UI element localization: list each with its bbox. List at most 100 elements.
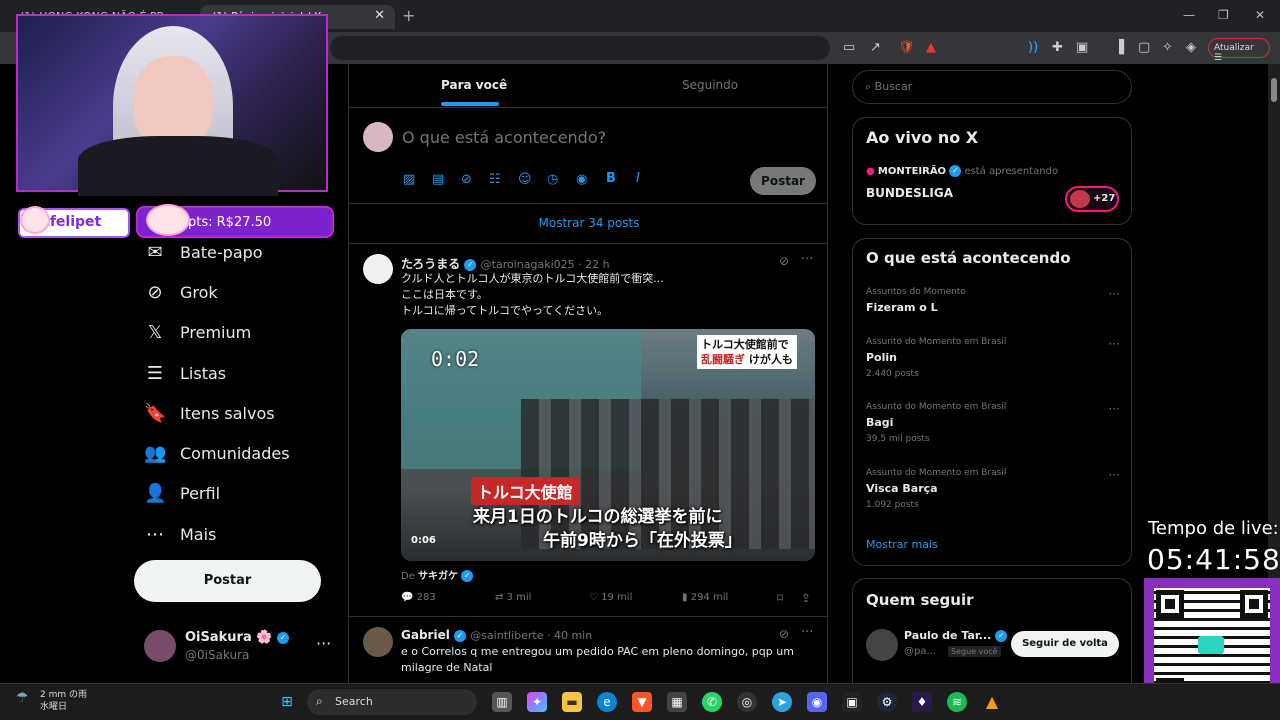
trend-item[interactable]: Assunto do Momento em Brasil Polin 2.440 p… [866, 337, 1120, 379]
follow-back-button[interactable]: Seguir de volta [1011, 631, 1119, 657]
update-button-label: Atualizar [1214, 43, 1254, 53]
address-bar[interactable] [330, 36, 830, 60]
leo-ai-icon[interactable]: ✧ [1162, 40, 1173, 55]
account-switcher[interactable]: OiSakura 🌸 ✓ @0iSakura ··· [144, 628, 334, 668]
reading-list-icon[interactable]: ▐ [1114, 40, 1124, 55]
trend-more-icon[interactable]: ··· [1109, 337, 1120, 351]
grok-icon[interactable]: ⊘ [461, 172, 472, 187]
nav-item-more[interactable]: ⋯ Mais [144, 519, 216, 549]
vlc-icon[interactable]: ▲ [982, 692, 1002, 712]
steam-icon[interactable]: ⚙ [877, 692, 897, 712]
live-title: BUNDESLIGA [866, 186, 953, 200]
tweet[interactable]: たろうまる ✓ @taroinagaki025 · 22 h ⊘ ··· クルド… [349, 244, 827, 617]
nav-item-lists[interactable]: ☰ Listas [144, 358, 226, 388]
task-view-icon[interactable]: ▥ [492, 692, 512, 712]
copilot-icon[interactable]: ✦ [527, 692, 547, 712]
trend-item[interactable]: Assuntos do Momento Fizeram o L ··· [866, 287, 1120, 314]
share-icon[interactable]: ⇪ [801, 591, 811, 605]
follows-you-badge: Segue você [948, 646, 1001, 657]
mascot-icon [146, 204, 190, 236]
live-host: MONTEIRÃO [877, 166, 947, 177]
media-icon[interactable]: ▨ [403, 172, 415, 187]
minimize-button[interactable]: — [1183, 8, 1195, 22]
discord-icon[interactable]: ◉ [807, 692, 827, 712]
vpn-icon[interactable]: ◈ [1186, 40, 1196, 55]
video-top-caption: トルコ大使館前で 乱闘騒ぎ けが人も [697, 335, 797, 369]
like-button[interactable]: ♡ 19 mil [589, 592, 632, 603]
wallet-icon[interactable]: ▢ [1138, 40, 1150, 55]
close-tab-icon[interactable]: ✕ [374, 8, 385, 23]
tweet-more-icon[interactable]: ··· [801, 625, 813, 640]
brave-shield-icon[interactable]: 🛡 [898, 40, 915, 55]
store-icon[interactable]: ▦ [667, 692, 687, 712]
scrollbar-thumb[interactable] [1271, 78, 1277, 102]
file-explorer-icon[interactable]: ▬ [562, 692, 582, 712]
bookmark-icon[interactable]: ⌑ [777, 591, 783, 605]
trend-more-icon[interactable]: ··· [1109, 402, 1120, 416]
views-button[interactable]: ▮ 294 mil [682, 592, 728, 603]
cast-icon[interactable]: ▭ [843, 40, 855, 55]
trend-more-icon[interactable]: ··· [1109, 287, 1120, 301]
italic-icon[interactable]: I [636, 171, 640, 186]
gif-icon[interactable]: ▤ [432, 172, 444, 187]
spotify-icon[interactable]: ≋ [947, 692, 967, 712]
nav-item-chat[interactable]: ✉ Bate-papo [144, 237, 262, 267]
tweet[interactable]: Gabriel ✓ @saintliberte · 40 min ⊘ ··· e… [349, 617, 827, 684]
reply-button[interactable]: 💬 283 [401, 592, 436, 603]
show-more-posts[interactable]: Mostrar 34 posts [349, 204, 827, 244]
poll-icon[interactable]: ☷ [489, 172, 501, 187]
close-window-button[interactable]: ✕ [1255, 8, 1265, 22]
taskbar-search[interactable]: ⌕ Search [307, 689, 477, 715]
nav-item-profile[interactable]: 👤 Perfil [144, 478, 220, 508]
grok-icon[interactable]: ⊘ [779, 627, 789, 641]
location-icon[interactable]: ◉ [576, 172, 587, 187]
trends-show-more[interactable]: Mostrar mais [866, 538, 938, 551]
active-tab-indicator [441, 102, 499, 106]
brave-icon[interactable]: ▼ [632, 692, 652, 712]
compose-input[interactable]: O que está acontecendo? [402, 128, 606, 147]
capcut-icon[interactable]: ▣ [842, 692, 862, 712]
tweet-video[interactable]: 0:02 トルコ大使館前で 乱闘騒ぎ けが人も トルコ大使館 来月1日のトルコの総… [401, 329, 815, 561]
emoji-icon[interactable]: ☺ [518, 172, 532, 187]
nav-item-communities[interactable]: 👥 Comunidades [144, 438, 290, 468]
compose-post-button[interactable]: Postar [750, 167, 816, 195]
update-button[interactable]: Atualizar ☰ [1208, 38, 1270, 63]
new-tab-button[interactable]: + [402, 6, 415, 25]
audio-icon[interactable]: )) [1028, 40, 1038, 55]
tab-for-you[interactable]: Para você [441, 78, 507, 92]
obs-icon[interactable]: ◎ [737, 692, 757, 712]
edge-icon[interactable]: e [597, 692, 617, 712]
nav-item-grok[interactable]: ⊘ Grok [144, 277, 217, 307]
telegram-icon[interactable]: ➤ [772, 692, 792, 712]
share-icon[interactable]: ↗ [870, 40, 881, 55]
repost-button[interactable]: ⇄ 3 mil [495, 592, 531, 603]
trend-more-icon[interactable]: ··· [1109, 468, 1120, 482]
tweet-more-icon[interactable]: ··· [801, 252, 813, 267]
tab-following[interactable]: Seguindo [682, 78, 738, 92]
trend-item[interactable]: Assunto do Momento em Brasil Bagi 39,5 mil… [866, 402, 1120, 444]
trend-item[interactable]: Assunto do Momento em Brasil Visca Barça 1… [866, 468, 1120, 510]
extensions-icon[interactable]: ✚ [1052, 40, 1063, 55]
app-icon[interactable]: ♦ [912, 692, 932, 712]
search-input[interactable]: ⌕ Buscar [852, 70, 1132, 104]
post-button[interactable]: Postar [134, 560, 321, 602]
avatar [866, 629, 898, 661]
trend-count: 1.092 posts [866, 500, 919, 510]
follow-name[interactable]: Paulo de Tar... ✓ [904, 629, 1008, 642]
maximize-button[interactable]: ❐ [1218, 8, 1229, 22]
start-icon[interactable]: ⊞ [277, 692, 297, 712]
schedule-icon[interactable]: ◷ [547, 172, 558, 187]
video-source[interactable]: De サキガケ ✓ [401, 567, 474, 582]
account-more-icon[interactable]: ··· [316, 634, 331, 653]
nav-item-premium[interactable]: 𝕏 Premium [144, 317, 251, 347]
taskbar-search-label: Search [335, 695, 373, 708]
live-listeners[interactable]: +27 [1065, 186, 1119, 212]
whatsapp-icon[interactable]: ✆ [702, 692, 722, 712]
brave-rewards-icon[interactable]: ▲ [926, 40, 936, 55]
nav-item-bookmarks[interactable]: 🔖 Itens salvos [144, 398, 275, 428]
repost-count: 3 mil [506, 592, 532, 603]
sidebar-panel-icon[interactable]: ▣ [1076, 40, 1088, 55]
live-card[interactable]: Ao vivo no X ● MONTEIRÃO ✓ está apresent… [852, 117, 1132, 225]
bold-icon[interactable]: B [606, 171, 616, 186]
grok-icon[interactable]: ⊘ [779, 254, 789, 268]
